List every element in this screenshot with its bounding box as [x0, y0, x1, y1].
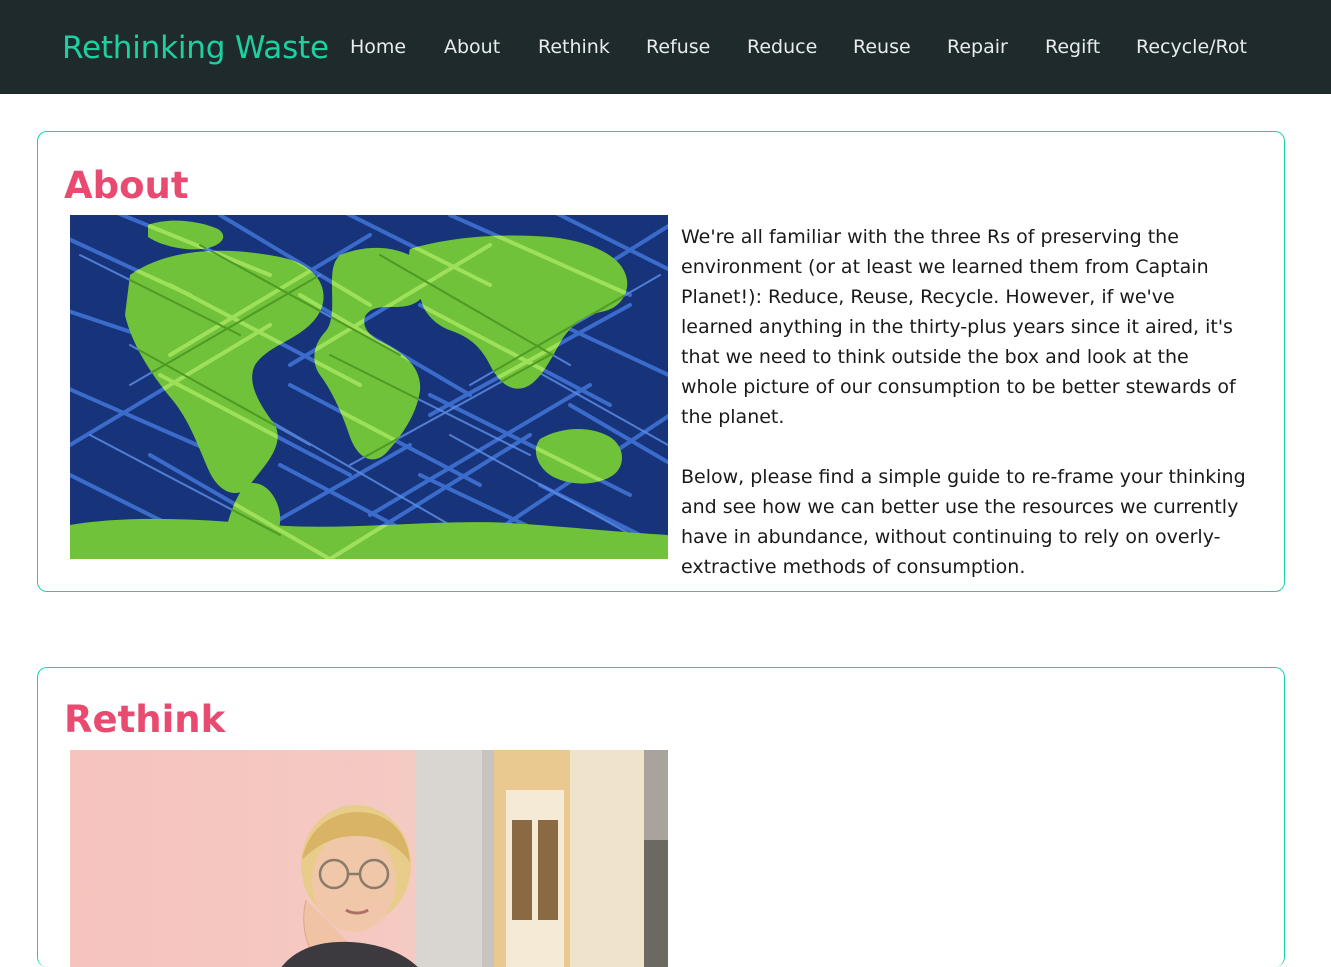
brand-logo-link[interactable]: Rethinking Waste	[62, 28, 329, 68]
nav-link-repair[interactable]: Repair	[947, 34, 1008, 60]
about-body-text: We're all familiar with the three Rs of …	[681, 222, 1247, 591]
about-section-card: About We're all familiar with the three …	[37, 131, 1285, 592]
nav-link-regift[interactable]: Regift	[1045, 34, 1100, 60]
nav-link-reuse[interactable]: Reuse	[853, 34, 911, 60]
nav-link-reduce[interactable]: Reduce	[747, 34, 817, 60]
about-paragraph-1: We're all familiar with the three Rs of …	[681, 226, 1236, 428]
world-map-grass-image	[70, 215, 668, 559]
nav-link-home[interactable]: Home	[350, 34, 406, 60]
rethink-heading: Rethink	[64, 698, 226, 741]
top-navbar: Rethinking Waste Home About Rethink Refu…	[0, 0, 1331, 94]
about-paragraph-2: Below, please find a simple guide to re-…	[681, 466, 1246, 578]
nav-link-rethink[interactable]: Rethink	[538, 34, 610, 60]
woman-thinking-image	[70, 750, 668, 967]
nav-link-recycle-rot[interactable]: Recycle/Rot	[1136, 34, 1247, 60]
nav-link-about[interactable]: About	[444, 34, 500, 60]
nav-link-refuse[interactable]: Refuse	[646, 34, 710, 60]
rethink-section-card: Rethink	[37, 667, 1285, 967]
about-heading: About	[64, 164, 189, 207]
